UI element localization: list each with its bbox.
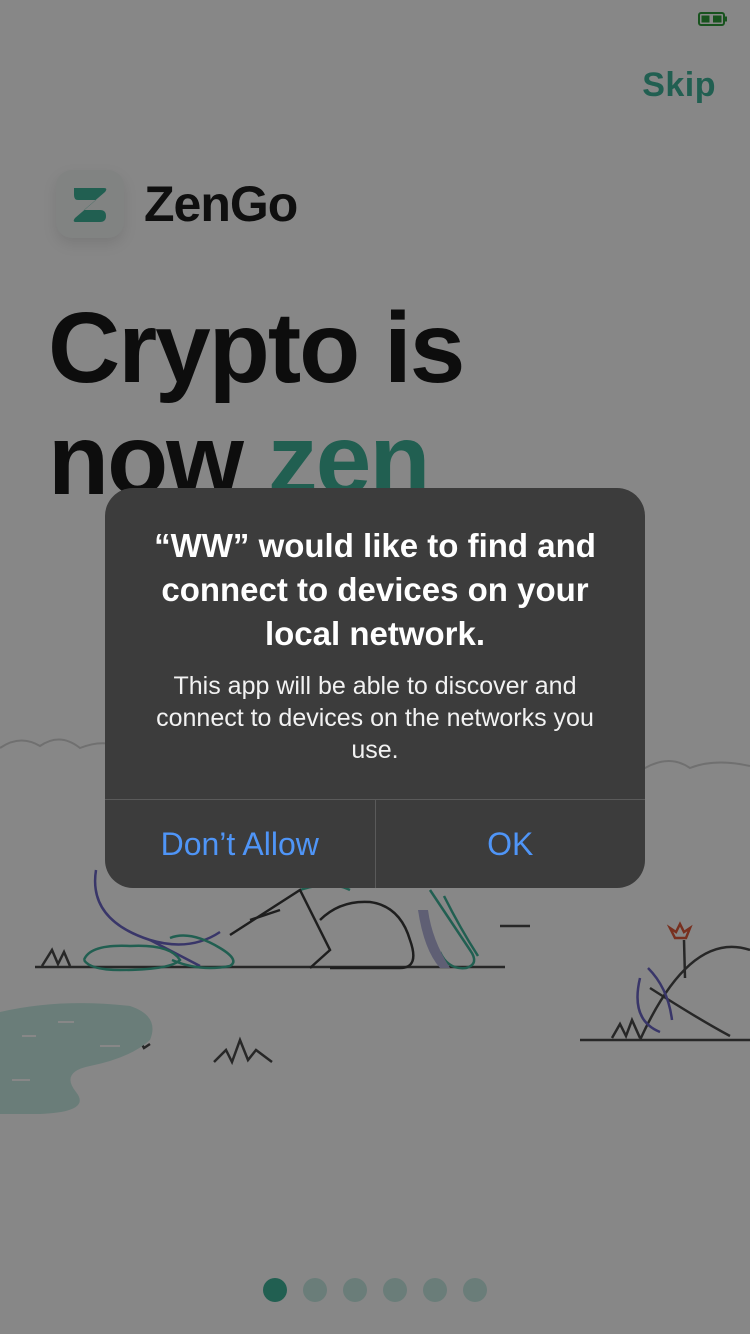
dont-allow-button[interactable]: Don’t Allow xyxy=(105,800,375,888)
local-network-permission-alert: “WW” would like to find and connect to d… xyxy=(105,488,645,888)
onboarding-screen: Skip ZenGo Crypto is now zen “WW” would … xyxy=(0,0,750,1334)
alert-button-row: Don’t Allow OK xyxy=(105,799,645,888)
alert-title: “WW” would like to find and connect to d… xyxy=(154,527,596,652)
alert-message: This app will be able to discover and co… xyxy=(156,672,594,764)
ok-button[interactable]: OK xyxy=(374,800,646,888)
